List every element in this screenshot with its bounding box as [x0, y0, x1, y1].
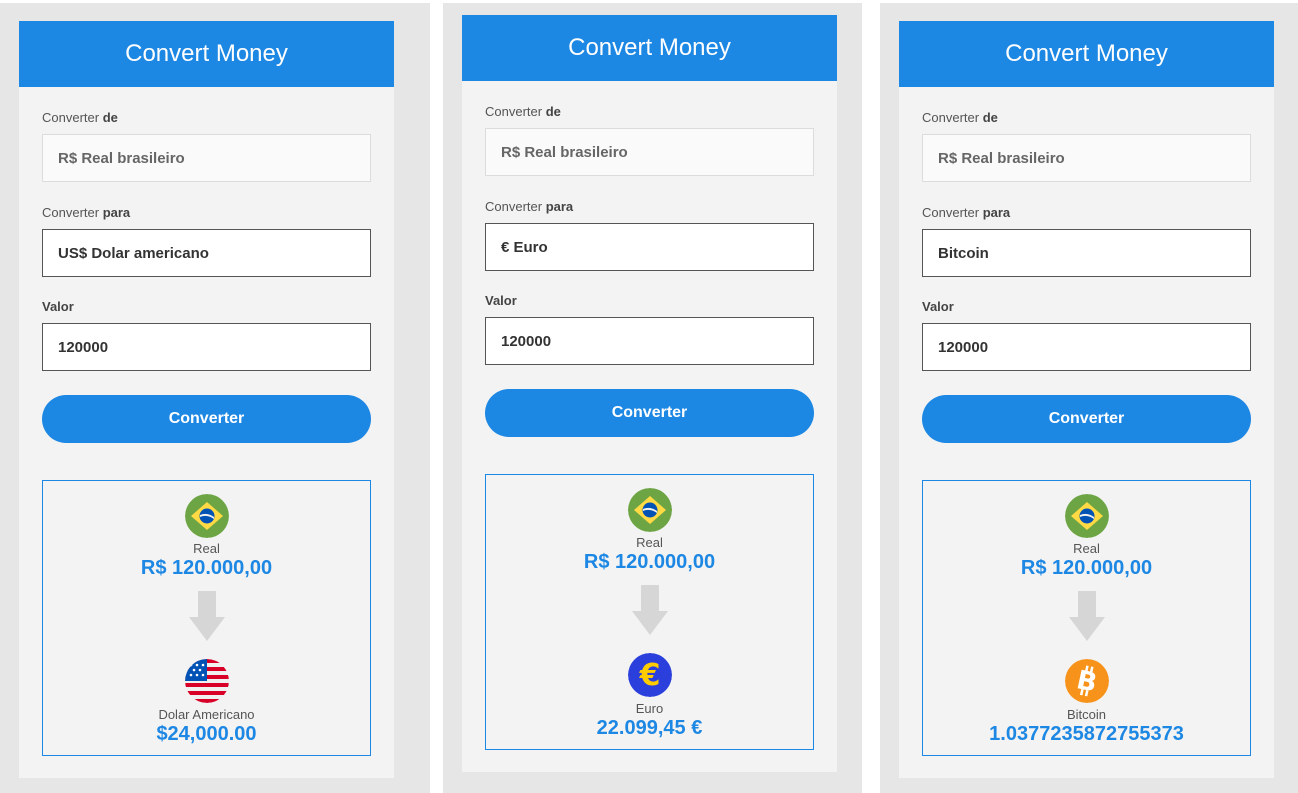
panel-2: Convert Money Converter de R$ Real brasi…	[443, 3, 862, 793]
source-amount: R$ 120.000,00	[1020, 557, 1153, 579]
target-currency-name: Euro	[635, 701, 664, 716]
to-currency-field[interactable]: € Euro	[485, 223, 814, 271]
arrow-down-icon	[631, 585, 668, 640]
from-currency-field[interactable]: R$ Real brasileiro	[485, 128, 814, 176]
usa-flag-icon	[184, 659, 229, 703]
converter-card: Convert Money Converter de R$ Real brasi…	[19, 21, 394, 778]
arrow-down-icon	[1068, 591, 1105, 646]
brazil-flag-icon	[1064, 494, 1109, 538]
source-amount: R$ 120.000,00	[583, 551, 716, 573]
to-currency-field[interactable]: US$ Dolar americano	[42, 229, 371, 277]
amount-label: Valor	[485, 293, 517, 308]
to-label: Converter para	[922, 205, 1011, 220]
result-box: Real R$ 120.000,00 B Bitcoin 1.037723587…	[922, 480, 1251, 756]
from-label: Converter de	[922, 110, 998, 125]
converter-card: Convert Money Converter de R$ Real brasi…	[462, 15, 837, 772]
source-currency-name: Real	[1073, 541, 1100, 556]
arrow-down-icon	[188, 591, 225, 646]
amount-input[interactable]: 120000	[485, 317, 814, 365]
card-title: Convert Money	[19, 21, 394, 87]
to-label: Converter para	[485, 199, 574, 214]
to-currency-field[interactable]: Bitcoin	[922, 229, 1251, 277]
panel-3: Convert Money Converter de R$ Real brasi…	[880, 3, 1298, 793]
svg-text:€: €	[638, 658, 660, 693]
panel-1: Convert Money Converter de R$ Real brasi…	[0, 3, 430, 793]
result-box: Real R$ 120.000,00 € Euro 22.099,45 €	[485, 474, 814, 750]
bitcoin-icon: B	[1064, 659, 1109, 703]
amount-input[interactable]: 120000	[922, 323, 1251, 371]
convert-button[interactable]: Converter	[485, 389, 814, 437]
from-label: Converter de	[485, 104, 561, 119]
source-currency-name: Real	[636, 535, 663, 550]
card-title: Convert Money	[899, 21, 1274, 87]
target-currency-name: Bitcoin	[1066, 707, 1107, 722]
convert-button[interactable]: Converter	[42, 395, 371, 443]
convert-button[interactable]: Converter	[922, 395, 1251, 443]
from-currency-field[interactable]: R$ Real brasileiro	[42, 134, 371, 182]
from-currency-field[interactable]: R$ Real brasileiro	[922, 134, 1251, 182]
brazil-flag-icon	[184, 494, 229, 538]
amount-label: Valor	[922, 299, 954, 314]
brazil-flag-icon	[627, 488, 672, 532]
result-box: Real R$ 120.000,00 Dolar Americano $24,0…	[42, 480, 371, 756]
target-amount: 22.099,45 €	[596, 717, 703, 739]
euro-coin-icon: €	[627, 653, 672, 697]
card-title: Convert Money	[462, 15, 837, 81]
from-label: Converter de	[42, 110, 118, 125]
to-label: Converter para	[42, 205, 131, 220]
source-amount: R$ 120.000,00	[140, 557, 273, 579]
target-amount: $24,000.00	[156, 723, 257, 745]
amount-input[interactable]: 120000	[42, 323, 371, 371]
target-amount: 1.0377235872755373	[989, 723, 1184, 745]
converter-card: Convert Money Converter de R$ Real brasi…	[899, 21, 1274, 778]
source-currency-name: Real	[193, 541, 220, 556]
amount-label: Valor	[42, 299, 74, 314]
target-currency-name: Dolar Americano	[158, 707, 255, 722]
